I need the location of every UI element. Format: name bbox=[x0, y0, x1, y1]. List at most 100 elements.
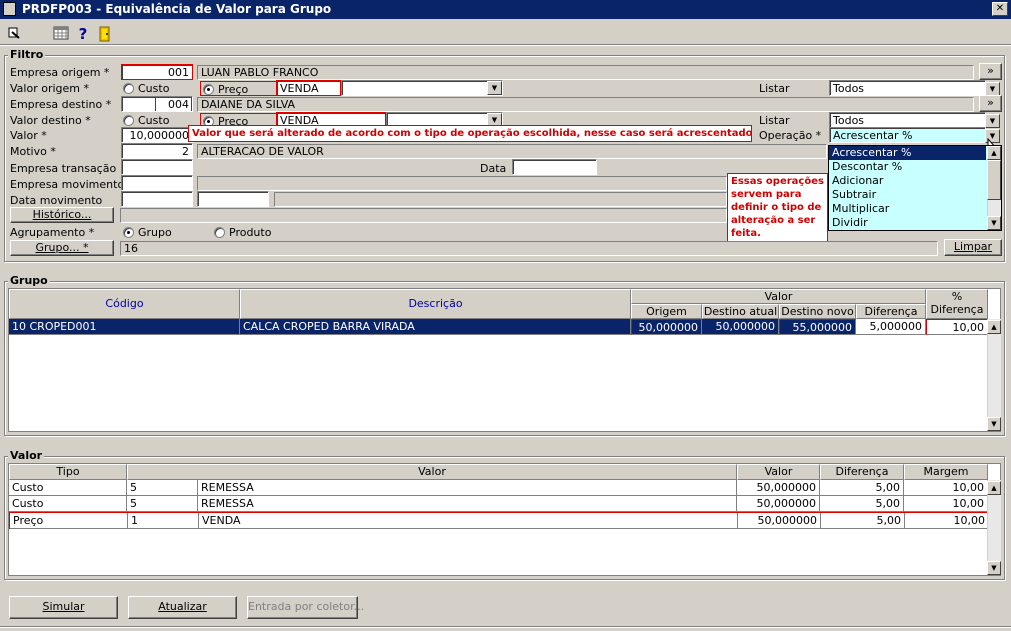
table-row[interactable]: 10 CROPED001 CALCA CROPED BARRA VIRADA 5… bbox=[9, 319, 988, 335]
col-destino-novo-header[interactable]: Destino novo bbox=[779, 304, 856, 319]
empresa-movimento-name bbox=[197, 176, 727, 191]
operacao-option[interactable]: Multiplicar bbox=[829, 202, 986, 216]
cell-code: 5 bbox=[127, 480, 198, 496]
chevron-down-icon[interactable]: ▼ bbox=[985, 114, 1000, 128]
listar-destino-select[interactable]: Todos bbox=[829, 112, 986, 128]
data-movimento-from-input[interactable] bbox=[121, 191, 193, 207]
empresa-origem-code-input[interactable]: 001 bbox=[121, 64, 193, 80]
col-valor-desc-header[interactable]: Valor bbox=[127, 464, 737, 480]
radio-icon bbox=[123, 82, 134, 94]
window-title: PRDFP003 - Equivalência de Valor para Gr… bbox=[22, 2, 332, 16]
close-button[interactable]: ✕ bbox=[992, 2, 1008, 16]
col-diferenca-header[interactable]: Diferença bbox=[856, 304, 926, 319]
limpar-button[interactable]: Limpar bbox=[944, 239, 1002, 256]
operacao-option[interactable]: Subtrair bbox=[829, 188, 986, 202]
cell-margem: 10,00 bbox=[905, 513, 989, 529]
operacao-option[interactable]: Descontar % bbox=[829, 160, 986, 174]
chevron-down-icon[interactable]: ▼ bbox=[985, 82, 1000, 96]
scroll-up-icon[interactable]: ▲ bbox=[987, 481, 1001, 495]
table-row[interactable]: Custo 5 REMESSA 50,000000 5,00 10,00 bbox=[9, 496, 988, 512]
exit-icon[interactable] bbox=[5, 26, 23, 44]
empresa-movimento-label: Empresa movimento bbox=[10, 178, 125, 191]
valor-origem-preco-radio[interactable]: Preço bbox=[200, 81, 277, 96]
agrupamento-grupo-radio[interactable]: Grupo bbox=[123, 225, 172, 239]
operacoes-annotation: Essas operações servem para definir o ti… bbox=[727, 173, 828, 243]
col-descricao-header[interactable]: Descrição bbox=[240, 289, 631, 319]
valor-input[interactable]: 10,000000 bbox=[121, 127, 193, 143]
empresa-movimento-input[interactable] bbox=[121, 175, 193, 191]
radio-selected-icon bbox=[203, 83, 214, 95]
operacao-option[interactable]: Adicionar bbox=[829, 174, 986, 188]
help-icon[interactable]: ? bbox=[74, 25, 92, 43]
historico-button[interactable]: Histórico... bbox=[10, 207, 114, 223]
valor-origem-custo-radio[interactable]: Custo bbox=[123, 81, 169, 95]
agrupamento-produto-radio[interactable]: Produto bbox=[214, 225, 271, 239]
calendar-icon[interactable] bbox=[52, 26, 70, 44]
toolbar-divider bbox=[0, 44, 1011, 46]
more-button[interactable]: » bbox=[979, 63, 1002, 80]
cell-diferenca: 5,00 bbox=[820, 480, 904, 496]
operacao-select[interactable]: Acrescentar % bbox=[829, 127, 986, 143]
status-divider bbox=[0, 626, 1011, 628]
cell-code: 5 bbox=[127, 496, 198, 512]
scroll-down-icon[interactable]: ▼ bbox=[987, 561, 1001, 575]
empresa-destino-label: Empresa destino * bbox=[10, 98, 112, 111]
cell-diferenca: 5,00 bbox=[821, 513, 905, 529]
simular-button[interactable]: Simular bbox=[9, 596, 118, 619]
cell-diferenca: 5,00 bbox=[820, 496, 904, 512]
valor-title: Valor bbox=[8, 449, 45, 462]
col-origem-header[interactable]: Origem bbox=[631, 304, 702, 319]
col-valor-header[interactable]: Valor bbox=[737, 464, 820, 480]
data-movimento-label: Data movimento bbox=[10, 194, 103, 207]
more-button[interactable]: » bbox=[979, 95, 1002, 112]
listar-origem-select[interactable]: Todos bbox=[829, 80, 986, 96]
grupo-button[interactable]: Grupo... * bbox=[10, 240, 114, 256]
atualizar-button[interactable]: Atualizar bbox=[128, 596, 237, 619]
data-movimento-to-input[interactable] bbox=[197, 191, 269, 207]
cell-valor: 50,000000 bbox=[737, 496, 820, 512]
scroll-thumb[interactable] bbox=[987, 160, 1001, 200]
valor-origem-tabela-input[interactable]: VENDA bbox=[276, 80, 341, 96]
operacao-option[interactable]: Acrescentar % bbox=[829, 146, 986, 160]
col-diferenca-header[interactable]: Diferença bbox=[820, 464, 904, 480]
chevron-down-icon[interactable]: ▼ bbox=[487, 81, 502, 95]
radio-icon bbox=[214, 226, 225, 238]
valor-destino-custo-radio[interactable]: Custo bbox=[123, 113, 169, 127]
empresa-destino-code-input[interactable]: 004 bbox=[121, 96, 193, 112]
valor-origem-label: Valor origem * bbox=[10, 82, 89, 95]
grupo-scrollbar[interactable] bbox=[987, 319, 1001, 431]
data-movimento-spacer bbox=[274, 192, 727, 207]
operacao-option[interactable]: Dividir bbox=[829, 216, 986, 230]
col-tipo-header[interactable]: Tipo bbox=[9, 464, 127, 480]
grupo-value: 16 bbox=[120, 241, 938, 256]
listar-label: Listar bbox=[759, 114, 790, 127]
data-input[interactable] bbox=[512, 159, 597, 175]
col-destino-atual-header[interactable]: Destino atual bbox=[702, 304, 779, 319]
empresa-origem-label: Empresa origem * bbox=[10, 66, 110, 79]
empresa-destino-name: DAIANE DA SILVA bbox=[197, 97, 974, 112]
scroll-down-icon[interactable]: ▼ bbox=[987, 216, 1001, 230]
cell-desc: REMESSA bbox=[198, 496, 737, 512]
empresa-transacao-input[interactable] bbox=[121, 159, 193, 175]
col-pct-diferenca-header[interactable]: % Diferença bbox=[926, 289, 988, 319]
cell-tipo: Custo bbox=[9, 480, 127, 496]
entrada-coletor-button[interactable]: Entrada por coletor... bbox=[247, 596, 364, 619]
door-icon[interactable] bbox=[96, 26, 114, 44]
scroll-up-icon[interactable]: ▲ bbox=[987, 146, 1001, 160]
agrupamento-label: Agrupamento * bbox=[10, 226, 95, 239]
empresa-transacao-label: Empresa transação bbox=[10, 162, 117, 175]
cell-code: 1 bbox=[128, 513, 199, 529]
scroll-down-icon[interactable]: ▼ bbox=[987, 417, 1001, 431]
cell-margem: 10,00 bbox=[904, 480, 988, 496]
col-codigo-header[interactable]: Código bbox=[9, 289, 240, 319]
scroll-up-icon[interactable]: ▲ bbox=[987, 320, 1001, 334]
cell-destino-novo: 55,000000 bbox=[779, 319, 856, 335]
col-margem-header[interactable]: Margem bbox=[904, 464, 988, 480]
motivo-code-input[interactable]: 2 bbox=[121, 143, 193, 159]
col-valor-header[interactable]: Valor bbox=[631, 289, 926, 304]
table-row[interactable]: Custo 5 REMESSA 50,000000 5,00 10,00 bbox=[9, 480, 988, 496]
app-icon bbox=[3, 2, 16, 16]
valor-origem-tabela-combo[interactable] bbox=[341, 80, 503, 96]
cell-valor: 50,000000 bbox=[737, 480, 820, 496]
table-row[interactable]: Preço 1 VENDA 50,000000 5,00 10,00 bbox=[9, 512, 991, 529]
